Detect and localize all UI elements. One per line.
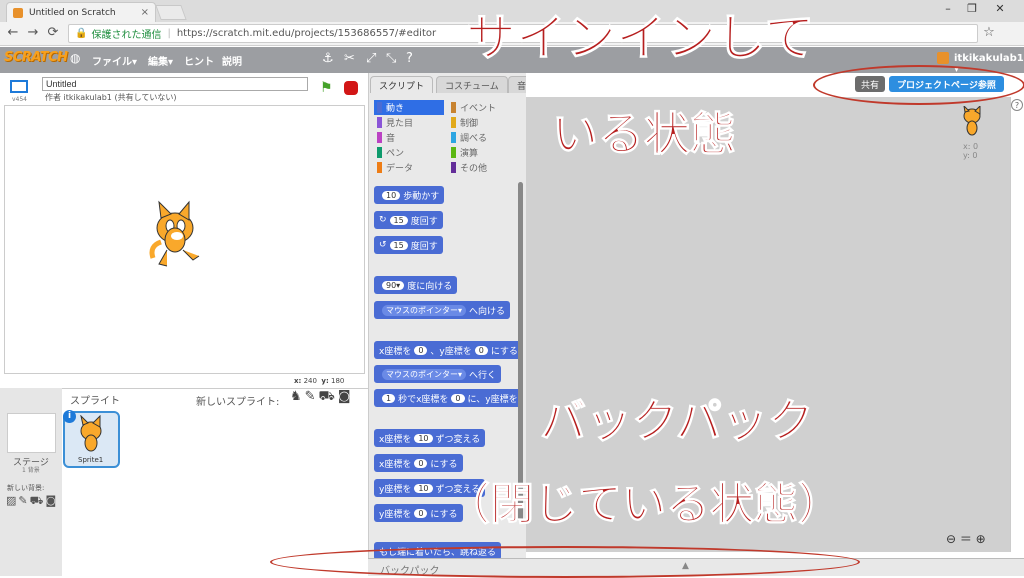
sound-swatch <box>377 132 382 143</box>
category-looks[interactable]: 見た目 <box>374 115 444 130</box>
annotation-signed-in-1: サインインして <box>466 9 815 68</box>
motion-swatch <box>377 102 382 113</box>
green-flag-icon[interactable]: ⚑ <box>320 80 333 96</box>
highlight-oval-bottom <box>270 546 860 578</box>
category-pen[interactable]: ペン <box>374 145 444 160</box>
events-swatch <box>451 102 456 113</box>
sprite-cat-icon <box>80 415 102 452</box>
new-tab-button[interactable] <box>155 5 187 20</box>
reload-icon[interactable]: ⟳ <box>44 25 62 40</box>
block-turn-right[interactable]: ↻ 15 度回す <box>374 211 443 229</box>
stage-coordinates: x: 240 y: 180 <box>294 377 345 385</box>
globe-icon[interactable]: ◍ <box>70 51 80 65</box>
current-sprite-icon <box>963 106 981 136</box>
zoom-controls[interactable]: ⊖ ＝ ⊕ <box>946 530 986 547</box>
tab-costumes[interactable]: コスチューム <box>436 76 508 93</box>
annotation-backpack-1: バックパック <box>540 394 815 449</box>
highlight-oval-top <box>813 65 1024 105</box>
block-glide[interactable]: 1 秒でx座標を 0 に、y座標を <box>374 389 520 407</box>
looks-swatch <box>377 117 382 128</box>
stage-canvas[interactable] <box>4 105 365 374</box>
menu-about[interactable]: 説明 <box>222 53 242 68</box>
category-operators[interactable]: 演算 <box>448 145 518 160</box>
block-goto-target[interactable]: マウスのポインター▾ へ行く <box>374 365 502 383</box>
block-point-towards[interactable]: マウスのポインター▾ へ向ける <box>374 301 511 319</box>
annotation-signed-in-2: いる状態 <box>552 107 737 162</box>
block-move[interactable]: 10 歩動かす <box>374 186 445 204</box>
category-more[interactable]: その他 <box>448 160 518 175</box>
tab-close-icon[interactable]: × <box>141 7 149 18</box>
tab-title: Untitled on Scratch <box>29 7 116 18</box>
sprite-position-readout: x: 0 y: 0 <box>963 142 979 160</box>
duplicate-stamp-icon[interactable]: ⚓ <box>322 51 334 66</box>
new-backdrop-label: 新しい背景: <box>7 484 45 492</box>
data-swatch <box>377 162 382 173</box>
new-sprite-label: 新しいスプライト: <box>196 397 280 408</box>
annotation-backpack-2: （閉じている状態） <box>446 479 843 531</box>
lock-icon: 🔒 <box>75 28 88 39</box>
category-motion[interactable]: 動き <box>374 100 444 115</box>
backdrop-count: 1 背景 <box>22 467 40 474</box>
category-data[interactable]: データ <box>374 160 444 175</box>
right-sidebar <box>1010 97 1024 552</box>
help-icon[interactable]: ? <box>1011 99 1023 111</box>
url-text: https://scratch.mit.edu/projects/1536865… <box>176 28 437 39</box>
user-avatar[interactable] <box>937 52 949 64</box>
forward-arrow-icon[interactable]: → <box>24 25 42 40</box>
scratch-logo[interactable]: SCRATCH <box>4 50 68 65</box>
restore-button[interactable]: ❐ <box>962 2 982 15</box>
block-goto-xy[interactable]: x座標を 0 、y座標を 0 にする <box>374 341 520 359</box>
sensing-swatch <box>451 132 456 143</box>
browser-tab[interactable]: Untitled on Scratch × <box>6 2 156 22</box>
bookmark-star-icon[interactable]: ☆ <box>980 25 998 40</box>
tab-scripts[interactable]: スクリプト <box>370 76 434 93</box>
more-swatch <box>451 162 456 173</box>
fullscreen-icon[interactable] <box>10 80 28 93</box>
secure-label: 保護された通信 <box>91 30 162 41</box>
sprite-name: Sprite1 <box>78 456 104 464</box>
scratch-favicon-icon <box>13 7 23 18</box>
shrink-icon[interactable]: ⤡ <box>386 51 396 66</box>
block-turn-left[interactable]: ↺ 15 度回す <box>374 236 443 254</box>
menu-file[interactable]: ファイル▾ <box>92 53 137 68</box>
minimize-button[interactable]: – <box>938 2 958 15</box>
category-control[interactable]: 制御 <box>448 115 518 130</box>
stop-sign-icon[interactable] <box>344 81 358 95</box>
menu-edit[interactable]: 編集▾ <box>148 53 173 68</box>
category-sound[interactable]: 音 <box>374 130 444 145</box>
sprite-info-icon[interactable]: i <box>63 410 76 423</box>
scratch-cat-sprite[interactable] <box>145 198 215 278</box>
block-categories: 動き 見た目 音 ペン データ イベント 制御 調べる 演算 その他 <box>372 97 524 179</box>
control-swatch <box>451 117 456 128</box>
delete-scissors-icon[interactable]: ✂ <box>344 51 355 66</box>
project-title-input[interactable] <box>42 77 308 91</box>
turn-left-icon: ↺ <box>379 240 387 250</box>
new-backdrop-tools[interactable]: ▨✎⛟◙ <box>6 494 58 509</box>
version-label: v454 <box>12 96 28 103</box>
block-point-direction[interactable]: 90▾ 度に向ける <box>374 276 458 294</box>
url-separator: | <box>167 28 171 39</box>
help-block-icon[interactable]: ? <box>406 51 413 66</box>
project-author: 作者 itkikakulab1 (共有していない) <box>45 93 177 102</box>
menu-hint[interactable]: ヒント <box>184 53 214 68</box>
grow-icon[interactable]: ⤢ <box>366 51 376 66</box>
stage-thumbnail[interactable] <box>7 413 56 453</box>
category-events[interactable]: イベント <box>448 100 518 115</box>
close-window-button[interactable]: ✕ <box>990 2 1010 15</box>
turn-right-icon: ↻ <box>379 215 387 225</box>
category-sensing[interactable]: 調べる <box>448 130 518 145</box>
operators-swatch <box>451 147 456 158</box>
pen-swatch <box>377 147 382 158</box>
block-change-x[interactable]: x座標を 10 ずつ変える <box>374 429 486 447</box>
back-arrow-icon[interactable]: ← <box>4 25 22 40</box>
new-sprite-tools[interactable]: ♞✎⛟◙ <box>290 389 354 406</box>
sprites-header: スプライト <box>70 396 120 407</box>
